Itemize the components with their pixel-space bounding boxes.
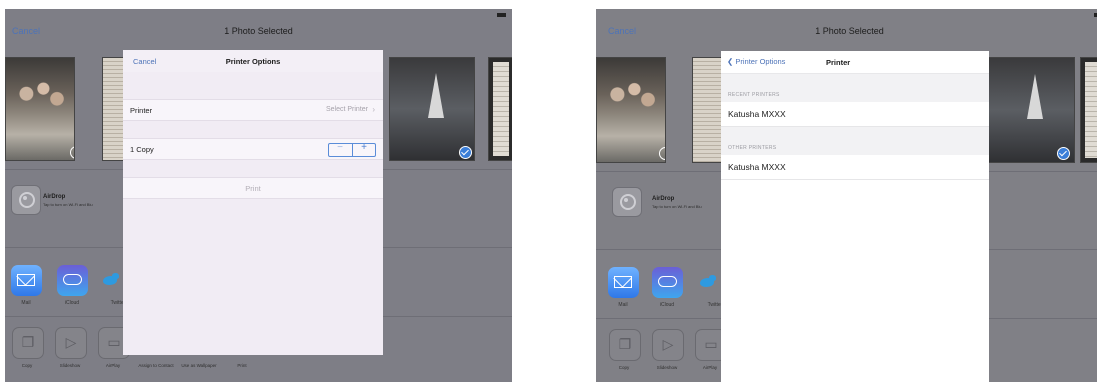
airdrop-description: Tap to turn on Wi-Fi and Blu	[652, 204, 702, 209]
photo-thumbnail-frame[interactable]	[488, 57, 512, 161]
printer-list-item-recent[interactable]: Katusha MXXX	[721, 102, 989, 127]
top-bar: Cancel 1 Photo Selected	[596, 9, 1097, 55]
action-label-slideshow: Slideshow	[656, 365, 678, 370]
printer-list-item-other[interactable]: Katusha MXXX	[721, 155, 989, 180]
app-label-icloud: iCloud	[659, 302, 675, 308]
select-printer-value: Select Printer	[325, 106, 368, 113]
framed-document-image	[1085, 62, 1097, 158]
printer-name: Katusha MXXX	[728, 109, 786, 119]
twitter-icon[interactable]	[700, 275, 716, 289]
slideshow-icon[interactable]: ▷	[55, 327, 87, 359]
action-label-slideshow: Slideshow	[59, 363, 81, 368]
top-bar: Cancel 1 Photo Selected	[5, 9, 512, 55]
back-button[interactable]: ❮ Printer Options	[727, 57, 785, 66]
action-label-assign-to-contact: Assign to Contact	[138, 363, 174, 368]
airdrop-description: Tap to turn on Wi-Fi and Blu	[43, 202, 93, 207]
airdrop-icon[interactable]	[612, 187, 642, 217]
play-glyph: ▷	[65, 334, 77, 350]
mail-icon[interactable]	[11, 265, 42, 296]
selection-circle-icon[interactable]	[70, 146, 74, 159]
airdrop-icon[interactable]	[11, 185, 41, 215]
popover-title: Printer Options	[225, 57, 281, 66]
action-label-copy: Copy	[618, 365, 630, 370]
twitter-icon[interactable]	[103, 273, 119, 287]
action-label-print: Print	[237, 363, 247, 368]
share-sheet-screen-left: Cancel 1 Photo Selected AirDrop Tap to t…	[5, 9, 512, 382]
app-label-icloud: iCloud	[64, 300, 80, 306]
photo-thumbnail-eiffel-tower[interactable]	[389, 57, 475, 161]
framed-document-image	[493, 62, 509, 156]
chevron-right-icon: ›	[372, 105, 375, 114]
selected-checkmark-icon[interactable]	[459, 146, 472, 159]
printer-options-popover: Cancel Printer Options Printer Select Pr…	[123, 50, 383, 355]
chevron-left-icon: ❮	[727, 57, 734, 66]
recent-printers-section-header: RECENT PRINTERS	[721, 74, 989, 102]
print-button[interactable]: Print	[123, 184, 383, 193]
other-printers-header: OTHER PRINTERS	[728, 145, 777, 151]
photo-thumbnail-people[interactable]	[596, 57, 666, 163]
decrement-button[interactable]: −	[329, 142, 351, 153]
share-sheet-screen-right: Cancel 1 Photo Selected AirDrop Tap to t…	[596, 9, 1097, 382]
action-label-copy: Copy	[21, 363, 33, 368]
other-printers-section-header: OTHER PRINTERS	[721, 127, 989, 155]
photo-thumbnail-frame[interactable]	[1080, 57, 1097, 163]
popover-title: Printer	[826, 58, 851, 67]
airdrop-title: AirDrop	[43, 194, 66, 200]
icloud-icon[interactable]	[652, 267, 683, 298]
copy-icon[interactable]: ❐	[12, 327, 44, 359]
printer-selection-popover: ❮ Printer Options Printer RECENT PRINTER…	[721, 51, 989, 382]
action-label-use-as-wallpaper: Use as Wallpaper	[181, 363, 217, 368]
printer-label: Printer	[130, 106, 153, 115]
selection-circle-icon[interactable]	[659, 147, 665, 160]
app-label-mail: Mail	[618, 302, 628, 308]
battery-icon	[497, 13, 506, 17]
eiffel-tower-image	[427, 73, 444, 119]
copies-stepper[interactable]: − +	[328, 142, 376, 157]
popover-empty-area	[721, 185, 989, 382]
icloud-icon[interactable]	[57, 265, 88, 296]
app-label-mail: Mail	[21, 300, 31, 306]
photo-thumbnail-document[interactable]	[692, 57, 724, 163]
copies-row: 1 Copy − +	[123, 138, 383, 160]
slideshow-icon[interactable]: ▷	[652, 329, 684, 361]
play-glyph: ▷	[662, 336, 674, 352]
copies-label: 1 Copy	[130, 145, 154, 154]
back-button-label: Printer Options	[735, 57, 786, 66]
printer-name: Katusha MXXX	[728, 162, 786, 172]
photo-thumbnail-eiffel-tower[interactable]	[988, 57, 1075, 163]
airdrop-title: AirDrop	[652, 196, 675, 202]
recent-printers-header: RECENT PRINTERS	[728, 92, 780, 98]
copy-icon[interactable]: ❐	[609, 329, 641, 361]
popover-header: ❮ Printer Options Printer	[721, 51, 989, 74]
selection-title: 1 Photo Selected	[224, 26, 293, 36]
copy-glyph: ❐	[21, 334, 35, 350]
popover-header: Cancel Printer Options	[123, 50, 383, 72]
photo-thumbnail-people[interactable]	[5, 57, 75, 161]
eiffel-tower-image	[1027, 73, 1044, 119]
increment-button[interactable]: +	[353, 142, 375, 153]
selection-title: 1 Photo Selected	[815, 26, 884, 36]
mail-icon[interactable]	[608, 267, 639, 298]
printer-row[interactable]: Printer Select Printer ›	[123, 99, 383, 121]
action-label-airplay: AirPlay	[105, 363, 121, 368]
print-row[interactable]: Print	[123, 177, 383, 199]
copy-glyph: ❐	[618, 336, 632, 352]
selected-checkmark-icon[interactable]	[1057, 147, 1070, 160]
